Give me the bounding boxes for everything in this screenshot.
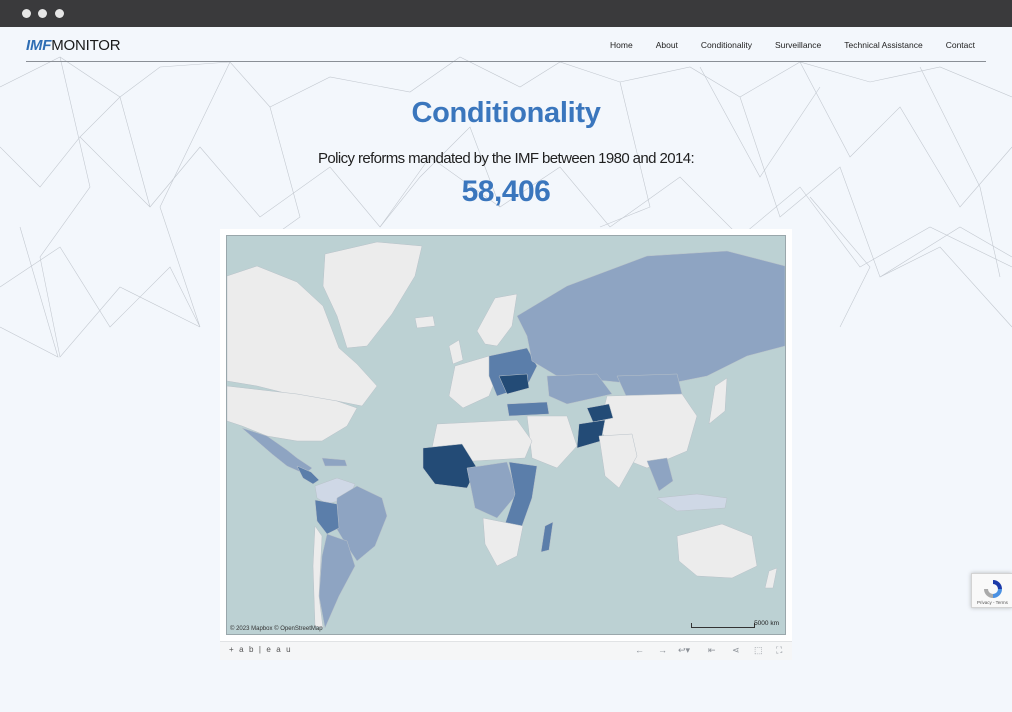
window-minimize-button[interactable] [38, 9, 47, 18]
page-subtitle: Policy reforms mandated by the IMF betwe… [317, 150, 695, 167]
tableau-embed: © 2023 Mapbox © OpenStreetMap 5000 km + … [220, 229, 792, 660]
nav-about[interactable]: About [656, 39, 678, 51]
page-title: Conditionality [411, 97, 601, 129]
share-icon[interactable]: ⋖ [732, 645, 740, 656]
map-scale-label: 5000 km [754, 620, 779, 627]
choropleth-world-map[interactable]: © 2023 Mapbox © OpenStreetMap 5000 km [226, 235, 786, 635]
reset-icon[interactable]: ⇤ [708, 645, 716, 656]
redo-icon[interactable]: → [658, 645, 667, 655]
map-attribution[interactable]: © 2023 Mapbox © OpenStreetMap [230, 626, 323, 632]
nav-conditionality[interactable]: Conditionality [701, 39, 752, 51]
tableau-toolbar: + a b | e a u ← → ↩▾ ⇤ ⋖ ⬚ ⛶ [220, 641, 792, 660]
world-map-svg[interactable] [227, 236, 785, 634]
nav-surveillance[interactable]: Surveillance [775, 39, 821, 51]
undo-icon[interactable]: ← [635, 645, 644, 655]
logo-imf: IMF [26, 37, 52, 54]
country-turkey[interactable] [506, 401, 550, 417]
main-nav: Home About Conditionality Surveillance T… [587, 39, 975, 51]
nav-contact[interactable]: Contact [946, 39, 975, 51]
recaptcha-links[interactable]: Privacy - Terms [977, 600, 1008, 605]
nav-technical-assistance[interactable]: Technical Assistance [844, 39, 922, 51]
nav-home[interactable]: Home [610, 39, 633, 51]
recaptcha-badge[interactable]: Privacy - Terms [971, 573, 1012, 608]
map-scale-line [691, 623, 755, 628]
tableau-logo[interactable]: + a b | e a u [229, 645, 292, 654]
fullscreen-icon[interactable]: ⛶ [776, 645, 782, 656]
site-logo[interactable]: IMFMONITOR [26, 37, 121, 54]
window-titlebar [0, 0, 1012, 27]
revert-icon[interactable]: ↩▾ [678, 645, 690, 656]
logo-monitor: MONITOR [51, 37, 121, 54]
download-icon[interactable]: ⬚ [754, 645, 763, 656]
header-divider [26, 61, 986, 62]
recaptcha-icon [984, 580, 1002, 598]
window-zoom-button[interactable] [55, 9, 64, 18]
country-iceland[interactable] [414, 315, 436, 329]
window-close-button[interactable] [22, 9, 31, 18]
total-reforms-count: 58,406 [461, 175, 551, 208]
